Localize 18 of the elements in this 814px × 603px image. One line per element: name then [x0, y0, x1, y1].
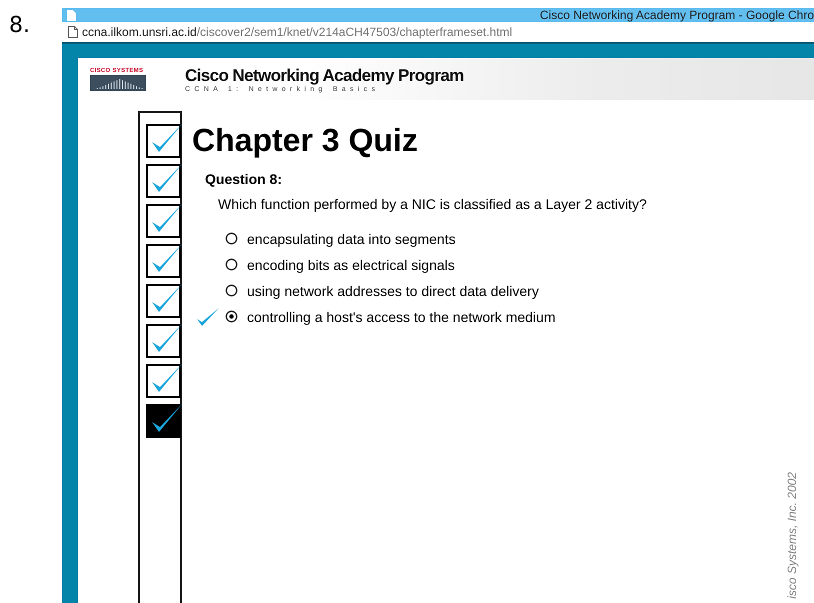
- radio-button[interactable]: [225, 284, 238, 297]
- bridge-bars-icon: [90, 74, 146, 90]
- answer-option[interactable]: encapsulating data into segments: [247, 230, 456, 246]
- radio-button[interactable]: [225, 310, 238, 323]
- url-text[interactable]: ccna.ilkom.unsri.ac.id/ciscover2/sem1/knet/v214aCH47503/chapterframeset.html: [82, 25, 512, 39]
- question-text: Which function performed by a NIC is classified as a Layer 2 activity?: [218, 196, 648, 212]
- answer-option[interactable]: using network addresses to direct data delivery: [247, 282, 539, 298]
- radio-button[interactable]: [225, 258, 238, 271]
- answer-option[interactable]: encoding bits as electrical signals: [247, 256, 455, 272]
- item-number: 8.: [8, 12, 31, 40]
- answer-option[interactable]: controlling a host's access to the network medium: [247, 308, 556, 324]
- page-icon: [68, 26, 78, 38]
- copyright-text: isco Systems, Inc. 2002: [785, 472, 799, 599]
- window-title: Cisco Networking Academy Program - Google Chro: [540, 8, 814, 22]
- question-label: Question 8:: [205, 171, 284, 187]
- radio-button[interactable]: [225, 232, 238, 245]
- quiz-title: Chapter 3 Quiz: [192, 121, 419, 159]
- program-title: Cisco Networking Academy Program: [185, 66, 464, 85]
